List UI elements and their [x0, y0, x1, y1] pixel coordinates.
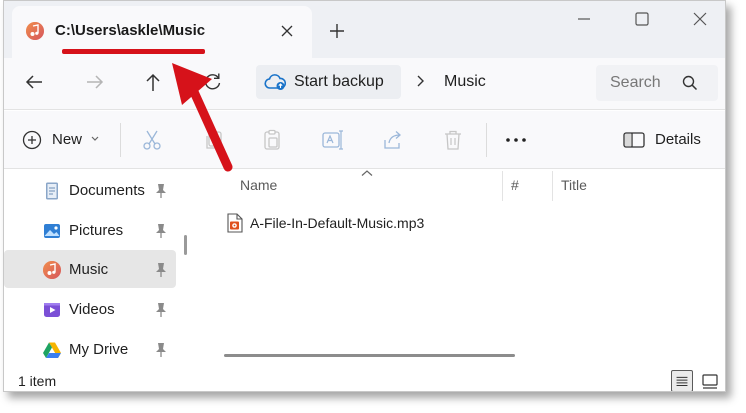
file-name: A-File-In-Default-Music.mp3 [250, 215, 425, 231]
pin-icon[interactable] [154, 342, 168, 358]
horizontal-scrollbar[interactable] [224, 354, 515, 357]
cloud-backup-icon [264, 74, 286, 90]
navigation-bar: Start backup Music Search [4, 58, 725, 110]
search-input[interactable]: Search [610, 74, 682, 92]
pin-icon[interactable] [154, 223, 168, 239]
pin-icon[interactable] [154, 302, 168, 318]
plus-circle-icon [22, 130, 42, 150]
close-window-icon[interactable] [682, 7, 718, 31]
delete-icon[interactable] [441, 128, 465, 152]
status-bar: 1 item [4, 369, 725, 392]
search-box[interactable]: Search [596, 65, 718, 101]
videos-icon [44, 303, 60, 317]
music-folder-icon [26, 22, 44, 40]
pin-icon[interactable] [154, 183, 168, 199]
details-pane-button[interactable]: Details [620, 127, 720, 153]
tab-title: C:\Users\askle\Music [55, 22, 206, 39]
sidebar-item-label: Documents [69, 182, 145, 199]
pictures-icon [44, 224, 60, 238]
forward-arrow-icon[interactable] [79, 66, 111, 98]
breadcrumb: Start backup Music [256, 63, 588, 101]
search-icon[interactable] [682, 75, 698, 91]
sidebar-item-label: My Drive [69, 341, 129, 358]
column-header-number[interactable]: # [511, 177, 519, 193]
item-count: 1 item [18, 373, 57, 389]
file-row[interactable]: A-File-In-Default-Music.mp3 [222, 211, 512, 235]
annotation-arrow-icon [172, 63, 233, 172]
sidebar-item-documents[interactable]: Documents [4, 171, 176, 209]
documents-icon [46, 182, 58, 200]
new-button[interactable]: New [18, 127, 108, 153]
cut-icon[interactable] [140, 128, 164, 152]
file-list: Name # Title A-File-In-Default-Music.mp3 [200, 169, 725, 369]
sidebar-scrollbar[interactable] [184, 235, 187, 255]
paste-icon[interactable] [260, 128, 284, 152]
tiles-view-icon[interactable] [699, 370, 721, 392]
music-icon [43, 261, 61, 279]
pin-icon[interactable] [154, 262, 168, 278]
details-label: Details [655, 131, 701, 148]
audio-file-icon [227, 213, 243, 233]
command-divider [120, 123, 121, 157]
share-icon[interactable] [381, 128, 405, 152]
sidebar-item-pictures[interactable]: Pictures [4, 211, 176, 249]
chevron-right-icon[interactable] [414, 73, 428, 89]
rename-icon[interactable] [320, 128, 344, 152]
sidebar-item-my-drive[interactable]: My Drive [4, 330, 176, 368]
close-tab-icon[interactable] [274, 18, 300, 44]
sidebar-item-music[interactable]: Music [4, 250, 176, 288]
column-divider[interactable] [552, 171, 553, 201]
annotation-underline [62, 49, 205, 54]
details-view-icon[interactable] [671, 370, 693, 392]
start-backup-button[interactable]: Start backup [256, 65, 401, 99]
column-header-name[interactable]: Name [240, 177, 277, 193]
new-button-label: New [52, 131, 83, 148]
maximize-icon[interactable] [624, 7, 660, 31]
sidebar-item-label: Pictures [69, 222, 124, 239]
file-explorer-window: C:\Users\askle\Music Start backup Music … [3, 0, 726, 392]
navigation-pane: Documents Pictures Music Videos My Drive [4, 169, 192, 369]
command-divider [486, 123, 487, 157]
minimize-icon[interactable] [566, 7, 602, 31]
back-arrow-icon[interactable] [18, 66, 50, 98]
sidebar-item-label: Videos [69, 301, 115, 318]
sidebar-item-videos[interactable]: Videos [4, 290, 176, 328]
details-pane-icon [623, 132, 645, 148]
breadcrumb-music[interactable]: Music [444, 73, 486, 91]
chevron-down-icon [91, 136, 99, 141]
start-backup-label: Start backup [294, 73, 384, 90]
column-divider[interactable] [502, 171, 503, 201]
sort-ascending-icon [361, 170, 373, 176]
google-drive-icon [43, 342, 61, 358]
more-options-icon[interactable] [502, 128, 530, 152]
column-header-title[interactable]: Title [561, 177, 587, 193]
new-tab-icon[interactable] [324, 18, 350, 44]
sidebar-item-label: Music [69, 261, 109, 278]
command-bar: New Details [4, 111, 725, 169]
